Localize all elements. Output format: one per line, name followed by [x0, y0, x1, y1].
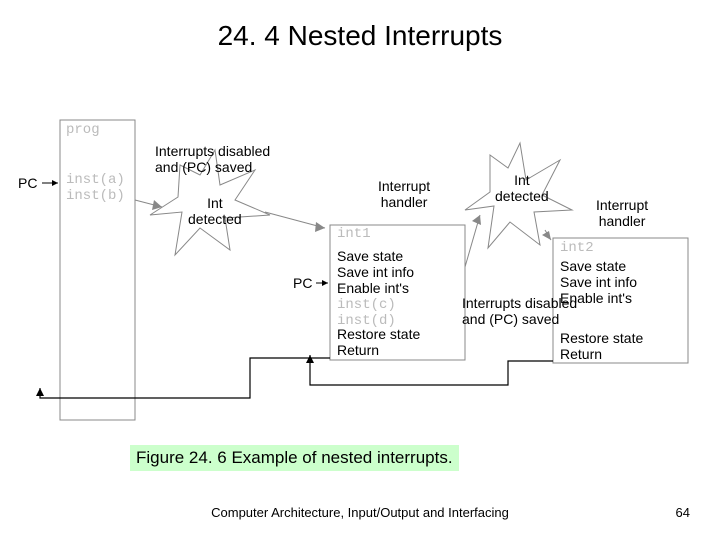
label-pc2: PC: [293, 275, 312, 291]
label-detected1: Int detected: [188, 195, 242, 227]
label-restore2: Restore state Return: [560, 330, 643, 362]
label-handler1: Interrupt handler: [378, 178, 430, 210]
label-pc1: PC: [18, 175, 37, 191]
label-disabled1: Interrupts disabled and (PC) saved: [155, 143, 270, 175]
label-save1: Save state Save int info Enable int's: [337, 248, 414, 296]
label-save2: Save state Save int info Enable int's: [560, 258, 637, 306]
label-inst-ab: inst(a) inst(b): [66, 172, 125, 204]
label-int2: int2: [560, 240, 594, 256]
footer-text: Computer Architecture, Input/Output and …: [0, 505, 720, 520]
figure-caption: Figure 24. 6 Example of nested interrupt…: [130, 445, 459, 471]
label-prog: prog: [66, 122, 100, 138]
label-restore1: Restore state Return: [337, 326, 420, 358]
page-number: 64: [676, 505, 690, 520]
label-handler2: Interrupt handler: [596, 197, 648, 229]
label-detected2: Int detected: [495, 172, 549, 204]
label-int1: int1: [337, 226, 371, 242]
label-inst-cd: inst(c) inst(d): [337, 297, 396, 329]
